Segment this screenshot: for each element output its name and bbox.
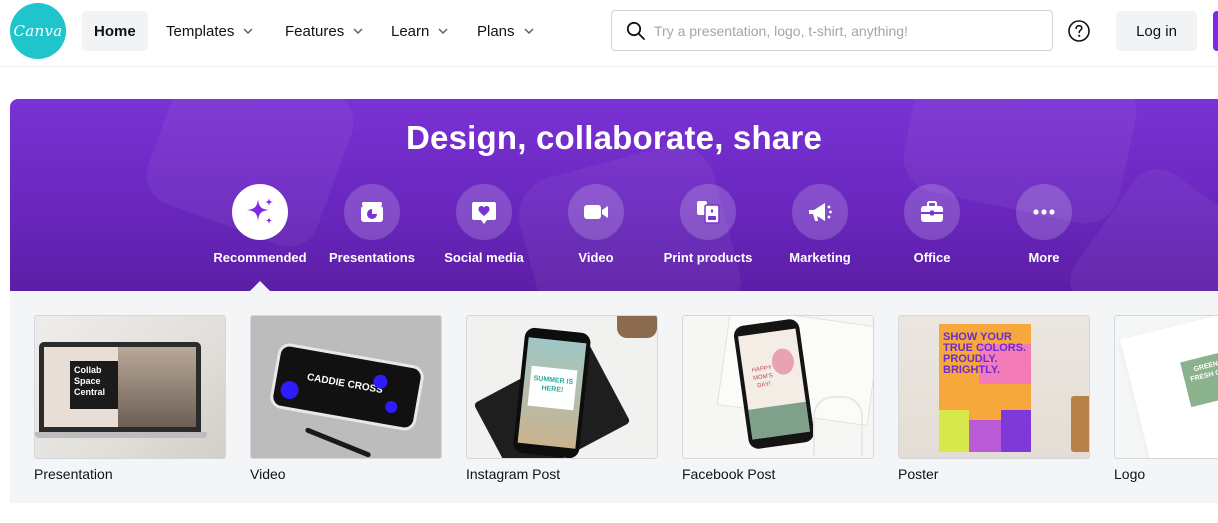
category-office[interactable]: Office [877,184,987,265]
category-label: Presentations [329,250,415,265]
category-label: Print products [663,250,753,265]
logo-text: Canva [13,22,63,40]
category-label: Recommended [213,250,307,265]
search-bar[interactable] [611,10,1053,51]
nav-home-label: Home [94,22,136,40]
card-logo[interactable]: GREEN FRESH CO Logo [1114,315,1218,482]
search-input[interactable] [654,22,1034,39]
category-icon-circle [680,184,736,240]
card-thumbnail: GREEN FRESH CO [1114,315,1218,459]
card-label: Video [250,466,286,482]
category-icon-circle [1016,184,1072,240]
card-label: Logo [1114,466,1146,482]
nav-learn-label: Learn [391,22,430,40]
login-label: Log in [1136,22,1177,40]
category-more[interactable]: More [989,184,1099,265]
card-thumbnail: SUMMER IS HERE! [466,315,658,459]
top-navigation-bar: Canva Home Templates Features Learn Plan… [0,0,1218,67]
category-social-media[interactable]: Social media [429,184,539,265]
hero-banner: Design, collaborate, share Recommended P… [10,99,1218,291]
nav-features-label: Features [285,22,345,40]
category-icon-circle [792,184,848,240]
category-recommended[interactable]: Recommended [205,184,315,265]
card-facebook-post[interactable]: HAPPY MOM'S DAY! Facebook Post [682,315,874,482]
card-thumbnail: Collab Space Central [34,315,226,459]
category-label: Video [578,250,614,265]
chevron-down-icon [243,28,253,35]
nav-plans[interactable]: Plans [465,11,547,51]
card-label: Presentation [34,466,113,482]
video-title-text: CADDIE CROSS [306,372,384,397]
category-label: Office [913,250,951,265]
category-presentations[interactable]: Presentations [317,184,427,265]
presentation-slide-text: Collab Space Central [74,365,106,397]
chevron-down-icon [438,28,448,35]
card-thumbnail: CADDIE CROSS [250,315,442,459]
search-icon [626,21,645,40]
category-icon-circle [456,184,512,240]
presentation-chart-icon [361,202,383,222]
pen-illustration [304,427,372,458]
card-poster[interactable]: SHOW YOUR TRUE COLORS. PROUDLY. BRIGHTLY… [898,315,1090,482]
earbuds-illustration [813,396,863,456]
category-icon-circle [904,184,960,240]
poster-text: SHOW YOUR TRUE COLORS. PROUDLY. BRIGHTLY… [943,331,1027,376]
nav-features[interactable]: Features [273,11,376,51]
card-thumbnail: SHOW YOUR TRUE COLORS. PROUDLY. BRIGHTLY… [898,315,1090,459]
card-instagram-post[interactable]: SUMMER IS HERE! Instagram Post [466,315,658,482]
hero-title: Design, collaborate, share [405,119,822,156]
more-dots-icon [1033,209,1055,215]
category-print-products[interactable]: Print products [653,184,763,265]
active-category-indicator [250,281,270,291]
signup-button-edge[interactable] [1213,11,1218,51]
megaphone-icon [809,203,832,221]
print-products-icon [697,201,720,224]
card-label: Facebook Post [682,466,776,482]
video-camera-icon [584,205,608,219]
help-icon[interactable] [1067,19,1091,43]
nav-home[interactable]: Home [82,11,148,51]
laptop-illustration: Collab Space Central [39,342,201,434]
nav-templates-label: Templates [166,22,235,40]
poster-illustration: SHOW YOUR TRUE COLORS. PROUDLY. BRIGHTLY… [939,324,1031,452]
category-video[interactable]: Video [541,184,651,265]
nav-learn[interactable]: Learn [379,11,461,51]
category-marketing[interactable]: Marketing [765,184,875,265]
laptop-base [35,432,207,438]
category-label: Marketing [789,250,851,265]
phone-illustration: CADDIE CROSS [268,341,426,433]
card-thumbnail: HAPPY MOM'S DAY! [682,315,874,459]
nav-plans-label: Plans [477,22,515,40]
pencil-cup-illustration [1071,396,1089,452]
card-video[interactable]: CADDIE CROSS Video [250,315,442,482]
sparkle-icon [247,198,273,224]
login-button[interactable]: Log in [1116,11,1197,51]
nav-templates[interactable]: Templates [154,11,266,51]
heart-bubble-icon [472,202,496,224]
logo-badge-text: GREEN FRESH CO [1189,360,1218,384]
chevron-down-icon [353,28,363,35]
card-presentation[interactable]: Collab Space Central Presentation [34,315,226,482]
briefcase-icon [921,201,943,222]
canva-logo[interactable]: Canva [10,3,66,59]
category-icon-circle [232,184,288,240]
category-label: Social media [444,250,524,265]
category-icon-circle [344,184,400,240]
category-icon-circle [568,184,624,240]
card-label: Poster [898,466,939,482]
chevron-down-icon [524,28,534,35]
card-label: Instagram Post [466,466,561,482]
watch-illustration [617,316,657,338]
category-label: More [1028,250,1060,265]
phone-illustration: SUMMER IS HERE! [512,326,592,458]
